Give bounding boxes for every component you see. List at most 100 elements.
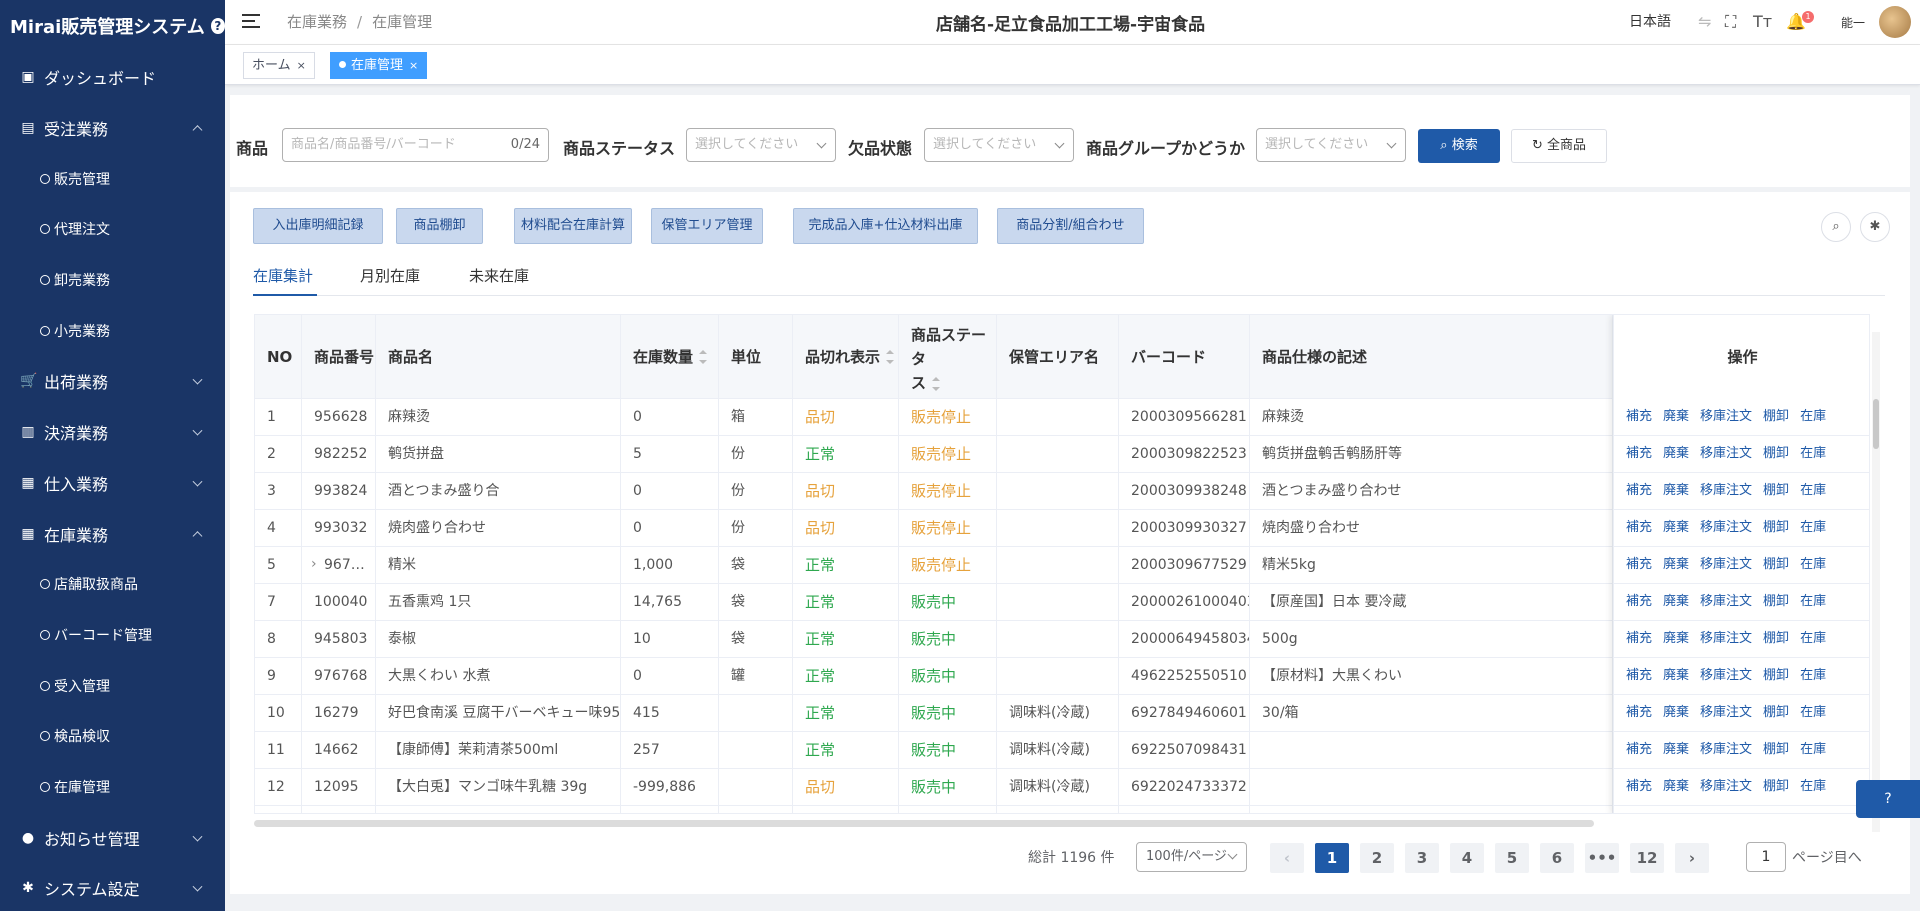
sidebar-item-dashboard[interactable]: ▣ ダッシュボード: [0, 52, 225, 103]
sidebar-item-notices[interactable]: ● お知らせ管理: [0, 812, 225, 863]
sort-icon[interactable]: [699, 350, 708, 364]
avatar[interactable]: [1879, 6, 1911, 38]
sidebar-item-barcode[interactable]: バーコード管理: [0, 610, 225, 661]
help-button[interactable]: ?: [1856, 780, 1920, 818]
op-link[interactable]: 移庫注文: [1700, 631, 1752, 646]
close-icon[interactable]: ×: [297, 59, 306, 72]
vertical-scroll-thumb[interactable]: [1873, 399, 1879, 449]
op-link[interactable]: 在庫: [1800, 631, 1826, 646]
close-icon[interactable]: ×: [409, 59, 418, 72]
op-link[interactable]: 在庫: [1800, 594, 1826, 609]
search-button[interactable]: ⌕ 検索: [1418, 129, 1500, 163]
op-link[interactable]: 棚卸: [1763, 631, 1789, 646]
op-link[interactable]: 廃棄: [1663, 557, 1689, 572]
sidebar-item-wholesale[interactable]: 卸売業務: [0, 255, 225, 306]
op-link[interactable]: 補充: [1626, 557, 1652, 572]
sort-icon[interactable]: [886, 350, 895, 364]
switch-icon[interactable]: ⇋: [1698, 12, 1711, 31]
font-size-icon[interactable]: Tт: [1753, 12, 1772, 31]
user-name[interactable]: 能一: [1841, 14, 1865, 31]
group-select[interactable]: 選択してください: [1256, 128, 1406, 162]
split-combine-button[interactable]: 商品分割/組合わせ: [997, 208, 1144, 244]
op-link[interactable]: 在庫: [1800, 705, 1826, 720]
page-jump-input[interactable]: 1: [1746, 842, 1786, 872]
op-link[interactable]: 廃棄: [1663, 409, 1689, 424]
op-link[interactable]: 在庫: [1800, 409, 1826, 424]
op-link[interactable]: 廃棄: [1663, 779, 1689, 794]
sidebar-item-receiving[interactable]: 受入管理: [0, 660, 225, 711]
tab-stock-management[interactable]: 在庫管理 ×: [330, 52, 428, 79]
tab-stock-summary[interactable]: 在庫集計: [253, 265, 313, 286]
op-link[interactable]: 在庫: [1800, 742, 1826, 757]
sidebar-item-stock-management[interactable]: 在庫管理: [0, 762, 225, 813]
op-link[interactable]: 移庫注文: [1700, 594, 1752, 609]
op-link[interactable]: 棚卸: [1763, 742, 1789, 757]
page-button[interactable]: 6: [1540, 843, 1574, 873]
op-link[interactable]: 在庫: [1800, 668, 1826, 683]
op-link[interactable]: 補充: [1626, 631, 1652, 646]
op-link[interactable]: 棚卸: [1763, 594, 1789, 609]
sidebar-item-retail[interactable]: 小売業務: [0, 305, 225, 356]
horizontal-scrollbar[interactable]: [254, 820, 1594, 827]
op-link[interactable]: 移庫注文: [1700, 483, 1752, 498]
op-link[interactable]: 棚卸: [1763, 668, 1789, 683]
sidebar-item-sales[interactable]: 販売管理: [0, 153, 225, 204]
op-link[interactable]: 在庫: [1800, 446, 1826, 461]
next-page-button[interactable]: ›: [1675, 843, 1709, 873]
op-link[interactable]: 棚卸: [1763, 779, 1789, 794]
col-status[interactable]: 商品ステータス: [899, 315, 997, 399]
product-search-input[interactable]: 商品名/商品番号/バーコード 0/24: [282, 128, 549, 162]
sidebar-item-store-products[interactable]: 店舗取扱商品: [0, 559, 225, 610]
op-link[interactable]: 棚卸: [1763, 409, 1789, 424]
sidebar-item-inventory[interactable]: ▦ 在庫業務: [0, 508, 225, 559]
op-link[interactable]: 廃棄: [1663, 631, 1689, 646]
op-link[interactable]: 廃棄: [1663, 520, 1689, 535]
tab-home[interactable]: ホーム ×: [243, 52, 315, 79]
op-link[interactable]: 補充: [1626, 705, 1652, 720]
op-link[interactable]: 在庫: [1800, 520, 1826, 535]
op-link[interactable]: 在庫: [1800, 557, 1826, 572]
page-button[interactable]: 2: [1360, 843, 1394, 873]
tab-monthly-stock[interactable]: 月別在庫: [360, 265, 420, 286]
op-link[interactable]: 補充: [1626, 520, 1652, 535]
op-link[interactable]: 移庫注文: [1700, 557, 1752, 572]
op-link[interactable]: 移庫注文: [1700, 779, 1752, 794]
op-link[interactable]: 棚卸: [1763, 705, 1789, 720]
col-stockout[interactable]: 品切れ表示: [793, 315, 899, 399]
tab-future-stock[interactable]: 未来在庫: [469, 265, 529, 286]
sidebar-item-payment[interactable]: ▥ 決済業務: [0, 407, 225, 458]
op-link[interactable]: 補充: [1626, 594, 1652, 609]
op-link[interactable]: 廃棄: [1663, 594, 1689, 609]
page-button[interactable]: 3: [1405, 843, 1439, 873]
op-link[interactable]: 移庫注文: [1700, 446, 1752, 461]
menu-toggle-icon[interactable]: [242, 14, 260, 30]
sort-icon[interactable]: [932, 376, 941, 391]
page-button[interactable]: 5: [1495, 843, 1529, 873]
page-button[interactable]: •••: [1585, 843, 1619, 873]
op-link[interactable]: 補充: [1626, 409, 1652, 424]
op-link[interactable]: 補充: [1626, 483, 1652, 498]
op-link[interactable]: 廃棄: [1663, 705, 1689, 720]
op-link[interactable]: 棚卸: [1763, 557, 1789, 572]
gear-icon[interactable]: ✱: [1860, 212, 1890, 242]
op-link[interactable]: 補充: [1626, 668, 1652, 683]
stocktake-button[interactable]: 商品棚卸: [396, 208, 483, 244]
page-size-select[interactable]: 100件/ページ: [1136, 842, 1247, 872]
op-link[interactable]: 移庫注文: [1700, 705, 1752, 720]
op-link[interactable]: 移庫注文: [1700, 742, 1752, 757]
sidebar-item-inspection[interactable]: 検品検収: [0, 711, 225, 762]
op-link[interactable]: 廃棄: [1663, 668, 1689, 683]
op-link[interactable]: 移庫注文: [1700, 409, 1752, 424]
op-link[interactable]: 補充: [1626, 779, 1652, 794]
page-button[interactable]: 4: [1450, 843, 1484, 873]
fullscreen-icon[interactable]: ⛶: [1725, 12, 1736, 32]
op-link[interactable]: 棚卸: [1763, 446, 1789, 461]
sidebar-item-purchase[interactable]: ▦ 仕入業務: [0, 458, 225, 509]
op-link[interactable]: 廃棄: [1663, 483, 1689, 498]
op-link[interactable]: 移庫注文: [1700, 520, 1752, 535]
page-button[interactable]: 1: [1315, 843, 1349, 873]
op-link[interactable]: 棚卸: [1763, 520, 1789, 535]
prev-page-button[interactable]: ‹: [1270, 843, 1304, 873]
status-select[interactable]: 選択してください: [686, 128, 836, 162]
shortage-select[interactable]: 選択してください: [924, 128, 1074, 162]
